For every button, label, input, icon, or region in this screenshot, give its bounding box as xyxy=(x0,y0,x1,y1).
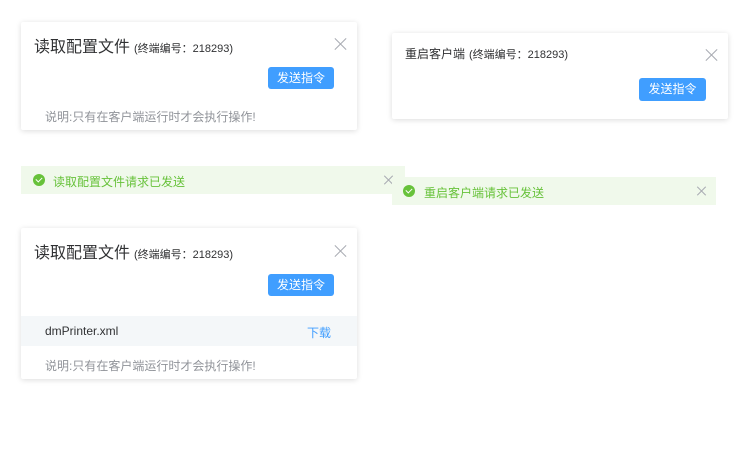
send-command-button[interactable]: 发送指令 xyxy=(639,78,706,101)
send-command-button[interactable]: 发送指令 xyxy=(268,67,334,89)
dialog-title: 重启客户端 (终端编号：218293) xyxy=(405,45,568,63)
close-icon[interactable] xyxy=(697,186,707,196)
terminal-id-label: (终端编号：218293) xyxy=(134,43,234,55)
terminal-id-label: (终端编号：218293) xyxy=(134,249,234,261)
dialog-title: 读取配置文件 (终端编号：218293) xyxy=(34,239,233,263)
success-check-icon xyxy=(403,185,415,197)
close-icon[interactable] xyxy=(334,37,348,51)
restart-client-dialog: 重启客户端 (终端编号：218293) 发送指令 xyxy=(392,33,728,119)
terminal-id-label: (终端编号：218293) xyxy=(469,49,569,61)
dialog-note: 说明:只有在客户端运行时才会执行操作! xyxy=(45,359,256,373)
dialog-title-text: 读取配置文件 xyxy=(34,39,131,56)
dialog-note: 说明:只有在客户端运行时才会执行操作! xyxy=(45,110,256,124)
download-link[interactable]: 下载 xyxy=(307,324,331,341)
dialog-title: 读取配置文件 (终端编号：218293) xyxy=(34,33,233,57)
dialog-title-text: 重启客户端 xyxy=(405,47,466,61)
read-config-dialog-with-file: 读取配置文件 (终端编号：218293) 发送指令 dmPrinter.xml 下… xyxy=(21,228,357,379)
file-name: dmPrinter.xml xyxy=(45,324,119,338)
read-config-dialog: 读取配置文件 (终端编号：218293) 发送指令 说明:只有在客户端运行时才会执… xyxy=(21,22,357,130)
close-icon[interactable] xyxy=(705,48,719,62)
success-alert-read-config: 读取配置文件请求已发送 xyxy=(21,166,405,194)
alert-message: 读取配置文件请求已发送 xyxy=(53,175,186,189)
success-alert-restart: 重启客户端请求已发送 xyxy=(392,177,716,205)
success-check-icon xyxy=(33,174,45,186)
file-row: dmPrinter.xml 下载 xyxy=(21,316,357,346)
alert-message: 重启客户端请求已发送 xyxy=(424,186,545,200)
dialog-title-text: 读取配置文件 xyxy=(34,245,131,262)
close-icon[interactable] xyxy=(334,244,348,258)
send-command-button[interactable]: 发送指令 xyxy=(268,274,334,296)
